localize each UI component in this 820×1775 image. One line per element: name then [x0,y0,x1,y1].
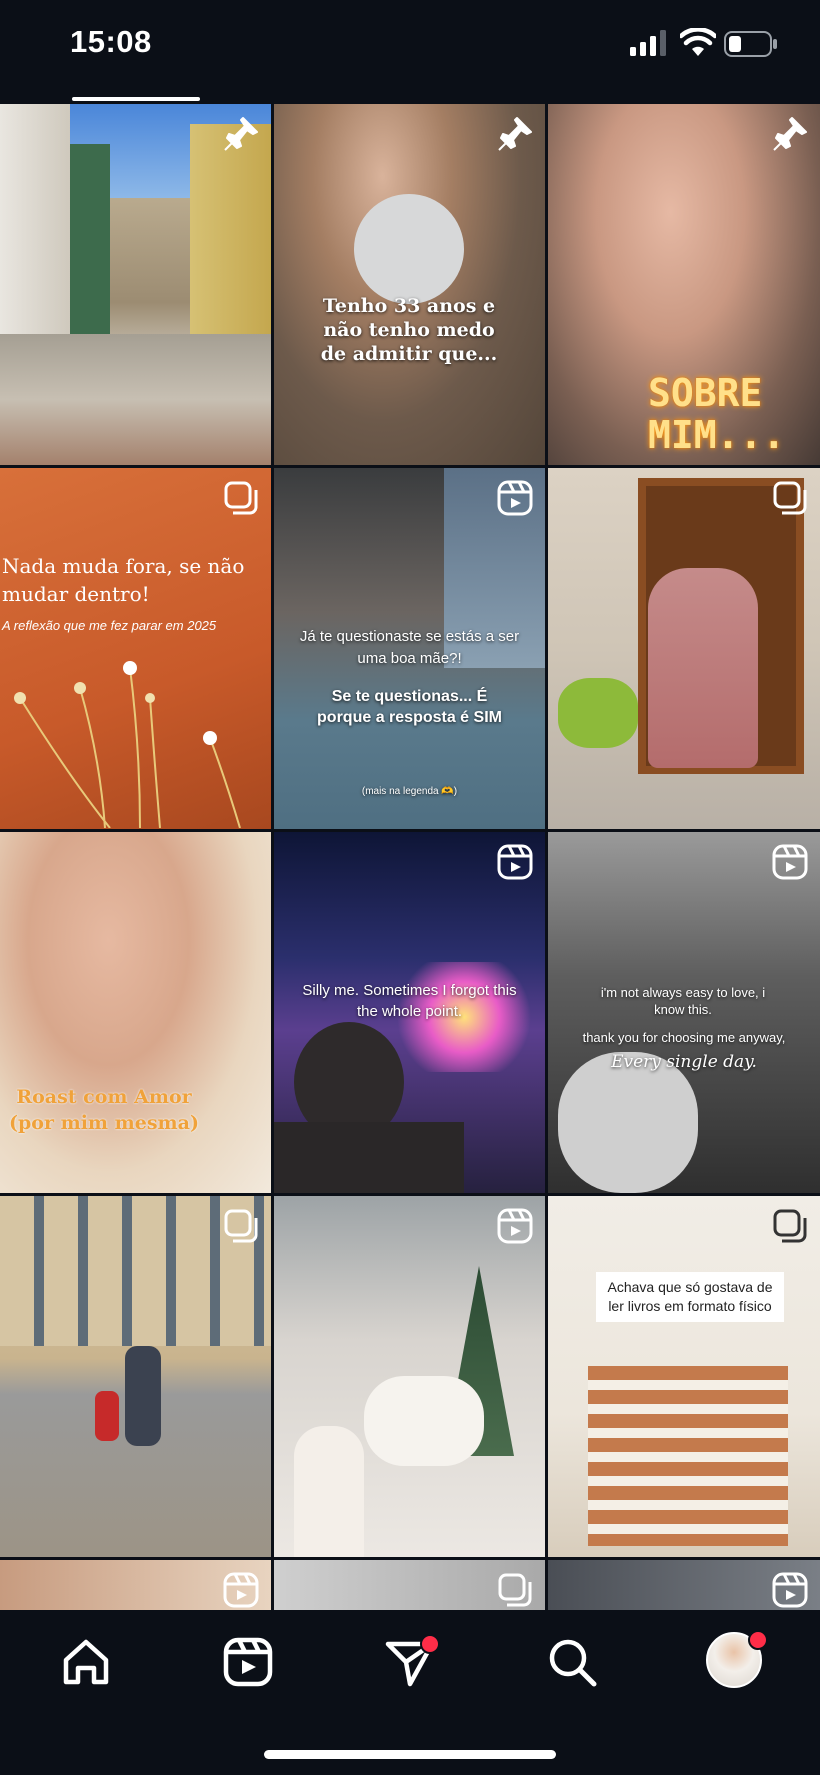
post-tile-roast[interactable]: Roast com Amor (por mim mesma) [0,832,271,1193]
profile-post-grid: Tenho 33 anos e não tenho medo de admiti… [0,104,820,1610]
messages-notification-dot [420,1634,440,1654]
profile-notification-dot [748,1630,768,1650]
status-bar: 15:08 [0,0,820,101]
post-tile-boa-mae[interactable]: Já te questionaste se estás a ser uma bo… [274,468,545,829]
post-subcaption: A reflexão que me fez parar em 2025 [2,618,217,633]
reel-icon [223,1572,259,1608]
carousel-icon [773,481,807,515]
post-caption: Achava que só gostava de ler livros em f… [596,1272,784,1322]
post-caption: Silly me. Sometimes I forgot this the wh… [302,982,517,1020]
post-tile-row5-left[interactable] [0,1560,271,1610]
post-tile-row5-right[interactable] [548,1560,820,1610]
post-caption-2: thank you for choosing me anyway, [582,1030,786,1045]
post-tile-sobre-mim[interactable]: SOBRE MIM... [548,104,820,465]
status-time: 15:08 [70,24,152,59]
reels-icon[interactable] [220,1634,276,1690]
post-tile-carnival[interactable]: Silly me. Sometimes I forgot this the wh… [274,832,545,1193]
post-footnote: (mais na legenda 🫶) [361,786,458,797]
post-tile-livros[interactable]: Achava que só gostava de ler livros em f… [548,1196,820,1557]
flowers-decoration [14,661,241,828]
carousel-icon [498,1573,532,1607]
reel-icon [772,844,808,880]
battery-icon [724,31,777,57]
reel-icon [497,1208,533,1244]
post-caption-2: Se te questionas... É porque a resposta … [317,688,502,726]
pin-icon [773,117,807,151]
cellular-signal-icon [630,30,666,56]
post-tile-mirror-selfie[interactable] [548,468,820,829]
post-tile-every-single-day[interactable]: i'm not always easy to love, i know this… [548,832,820,1193]
post-caption: Já te questionaste se estás a ser uma bo… [299,628,520,667]
carousel-icon [224,1209,258,1243]
pin-icon [498,117,532,151]
home-indicator [264,1750,556,1759]
post-tile-row5-middle[interactable] [274,1560,545,1610]
post-tile-nada-muda[interactable]: Nada muda fora, se não mudar dentro! A r… [0,468,271,829]
grid-tab-indicator[interactable] [72,97,200,101]
post-tile-christmas[interactable] [274,1196,545,1557]
search-icon[interactable] [544,1634,600,1690]
post-caption: SOBRE MIM... [648,371,786,457]
home-icon[interactable] [58,1634,114,1690]
pin-icon [224,117,258,151]
reel-icon [772,1572,808,1608]
post-tile-street-kids[interactable] [0,1196,271,1557]
carousel-icon [773,1209,807,1243]
post-caption-3: Every single day. [611,1052,757,1072]
post-caption: Nada muda fora, se não mudar dentro! [2,554,245,606]
wifi-icon [680,28,716,56]
post-tile-33-anos[interactable]: Tenho 33 anos e não tenho medo de admiti… [274,104,545,465]
reel-icon [497,844,533,880]
post-tile-street[interactable] [0,104,271,465]
post-caption: Tenho 33 anos e não tenho medo de admiti… [320,295,498,365]
post-caption: Roast com Amor (por mim mesma) [9,1086,199,1134]
reel-icon [497,480,533,516]
carousel-icon [224,481,258,515]
post-caption: i'm not always easy to love, i know this… [600,985,766,1017]
